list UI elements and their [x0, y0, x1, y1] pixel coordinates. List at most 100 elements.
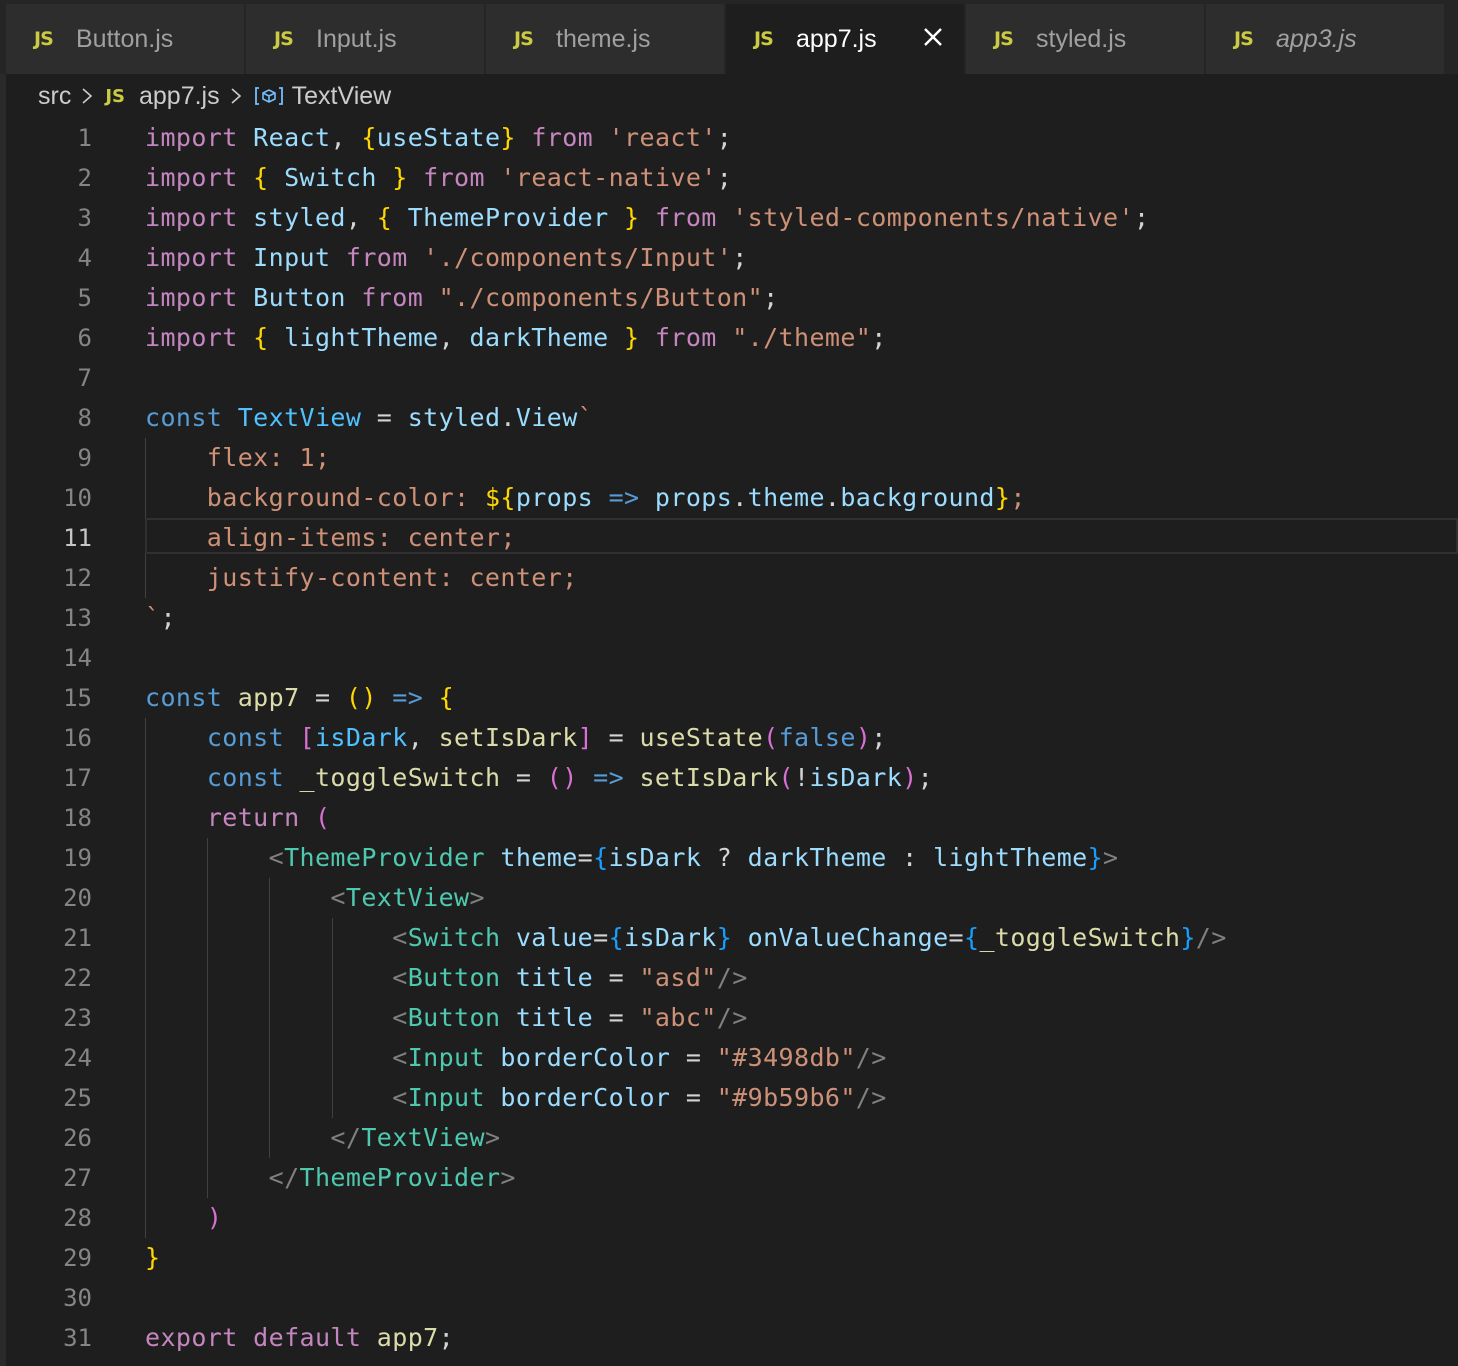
- code-token: ;: [871, 323, 887, 352]
- tab-button-js[interactable]: JS Button.js: [6, 4, 244, 74]
- js-file-icon: JS: [754, 28, 774, 50]
- code-text: const [isDark, setIsDark] = useState(fal…: [145, 718, 887, 758]
- code-line[interactable]: 29}: [0, 1238, 1458, 1278]
- code-line[interactable]: 21 <Switch value={isDark} onValueChange=…: [0, 918, 1458, 958]
- code-line[interactable]: 22 <Button title = "asd"/>: [0, 958, 1458, 998]
- code-line[interactable]: 24 <Input borderColor = "#3498db"/>: [0, 1038, 1458, 1078]
- code-token: useState: [376, 123, 501, 152]
- tab-app7-js[interactable]: JS app7.js: [726, 4, 964, 74]
- tab-label: Button.js: [76, 24, 174, 53]
- code-line[interactable]: 14: [0, 638, 1458, 678]
- line-number: 17: [63, 764, 92, 792]
- code-token: useState: [639, 723, 764, 752]
- tab-bar: JS Button.js JS Input.js JS theme.js JS …: [0, 0, 1458, 74]
- code-token: isDark: [314, 723, 408, 752]
- code-line[interactable]: 13 `;: [0, 598, 1458, 638]
- code-token: darkTheme: [747, 843, 887, 872]
- code-line[interactable]: 3 import styled, { ThemeProvider } from '…: [0, 198, 1458, 238]
- tab-theme-js[interactable]: JS theme.js: [486, 4, 724, 74]
- tab-app3-js[interactable]: JS app3.js: [1206, 4, 1444, 74]
- line-number: 28: [63, 1204, 92, 1232]
- tab-styled-js[interactable]: JS styled.js: [966, 4, 1204, 74]
- code-text: <Switch value={isDark} onValueChange={_t…: [145, 918, 1227, 958]
- breadcrumb-folder[interactable]: src: [38, 82, 71, 111]
- line-number: 8: [77, 404, 92, 432]
- code-token: <: [330, 883, 346, 912]
- code-text: background-color: ${props => props.theme…: [145, 478, 1026, 518]
- code-line[interactable]: 9 flex: 1;: [0, 438, 1458, 478]
- line-number: 12: [63, 564, 92, 592]
- code-text: import styled, { ThemeProvider } from 's…: [145, 198, 1149, 238]
- code-line[interactable]: 19 <ThemeProvider theme={isDark ? darkTh…: [0, 838, 1458, 878]
- code-token: <: [392, 963, 408, 992]
- line-number: 6: [77, 324, 92, 352]
- code-token: </: [330, 1123, 362, 1152]
- code-token: TextView: [345, 883, 470, 912]
- code-token: darkTheme: [469, 323, 609, 352]
- code-line[interactable]: 5 import Button from "./components/Button…: [0, 278, 1458, 318]
- code-line[interactable]: 18 return (: [0, 798, 1458, 838]
- line-number: 23: [63, 1004, 92, 1032]
- code-token: (): [546, 763, 578, 792]
- code-token: app7: [376, 1323, 439, 1352]
- code-line[interactable]: 23 <Button title = "abc"/>: [0, 998, 1458, 1038]
- code-line[interactable]: 11 align-items: center;: [0, 518, 1458, 558]
- code-token: "./components/Button": [438, 283, 764, 312]
- code-line[interactable]: 7: [0, 358, 1458, 398]
- close-icon[interactable]: [920, 24, 946, 50]
- chevron-right-icon: [230, 86, 242, 106]
- code-token: ;: [1133, 203, 1150, 232]
- code-token: ,: [330, 123, 362, 152]
- code-token: styled: [253, 203, 346, 232]
- line-number: 4: [77, 244, 92, 272]
- code-line[interactable]: 8 const TextView = styled.View`: [0, 398, 1458, 438]
- code-token: {: [438, 683, 455, 712]
- code-token: title: [515, 963, 594, 992]
- line-number: 30: [63, 1284, 92, 1312]
- code-token: Input: [407, 1083, 485, 1112]
- code-line[interactable]: 25 <Input borderColor = "#9b59b6"/>: [0, 1078, 1458, 1118]
- line-number: 27: [63, 1164, 92, 1192]
- code-token: =: [593, 963, 640, 992]
- code-line[interactable]: 1 import React, {useState} from 'react';: [0, 118, 1458, 158]
- code-token: lightTheme: [933, 843, 1088, 872]
- code-token: }: [624, 323, 640, 352]
- code-text: const app7 = () => {: [145, 678, 454, 718]
- code-line[interactable]: 15 const app7 = () => {: [0, 678, 1458, 718]
- code-line[interactable]: 31 export default app7;: [0, 1318, 1458, 1358]
- code-token: {: [608, 923, 625, 952]
- code-line[interactable]: 30: [0, 1278, 1458, 1318]
- code-line[interactable]: 10 background-color: ${props => props.th…: [0, 478, 1458, 518]
- code-token: 'react': [608, 123, 717, 152]
- code-token: "#3498db": [716, 1043, 856, 1072]
- code-token: (: [778, 763, 794, 792]
- code-token: <: [392, 1083, 408, 1112]
- code-token: isDark: [608, 843, 702, 872]
- code-line[interactable]: 12 justify-content: center;: [0, 558, 1458, 598]
- code-token: const: [145, 683, 223, 712]
- breadcrumb-file[interactable]: app7.js: [139, 82, 220, 111]
- code-token: <: [392, 1003, 408, 1032]
- code-line[interactable]: 6 import { lightTheme, darkTheme } from "…: [0, 318, 1458, 358]
- breadcrumb-symbol[interactable]: TextView: [292, 82, 392, 111]
- code-line[interactable]: 4 import Input from './components/Input';: [0, 238, 1458, 278]
- code-token: =: [299, 683, 346, 712]
- code-token: ;: [716, 123, 733, 152]
- tab-input-js[interactable]: JS Input.js: [246, 4, 484, 74]
- code-line[interactable]: 27 </ThemeProvider>: [0, 1158, 1458, 1198]
- code-line[interactable]: 28 ): [0, 1198, 1458, 1238]
- code-token: ): [855, 723, 872, 752]
- code-line[interactable]: 20 <TextView>: [0, 878, 1458, 918]
- code-line[interactable]: 16 const [isDark, setIsDark] = useState(…: [0, 718, 1458, 758]
- js-file-icon: JS: [34, 28, 54, 50]
- code-line[interactable]: 26 </TextView>: [0, 1118, 1458, 1158]
- line-number: 22: [63, 964, 92, 992]
- code-line[interactable]: 2 import { Switch } from 'react-native';: [0, 158, 1458, 198]
- code-line[interactable]: 17 const _toggleSwitch = () => setIsDark…: [0, 758, 1458, 798]
